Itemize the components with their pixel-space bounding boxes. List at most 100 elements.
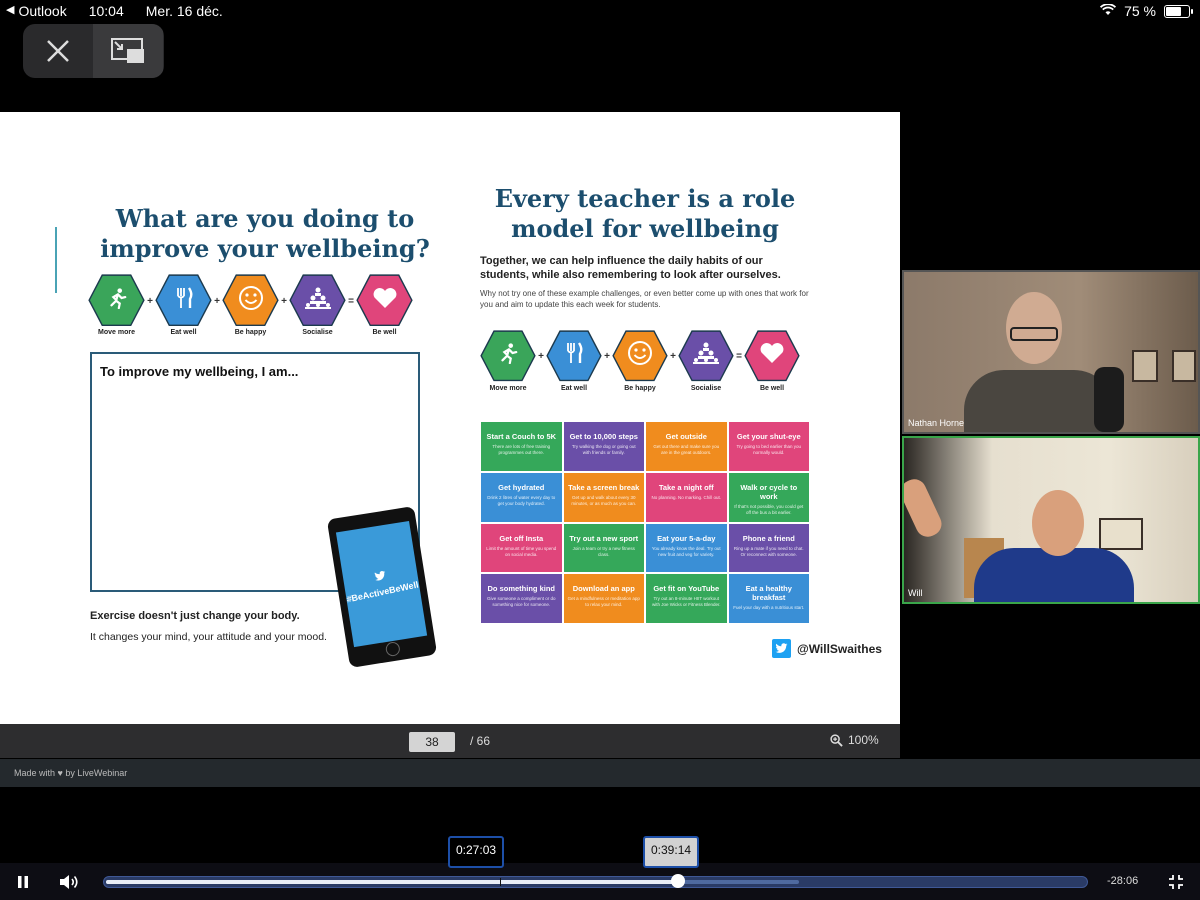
phone-screen: #BeActiveBeWell bbox=[335, 520, 428, 648]
challenge-description: Get a mindfulness or meditation app to r… bbox=[567, 596, 640, 608]
challenge-description: Get out there and make sure you are in t… bbox=[653, 444, 720, 455]
wall-frame bbox=[1172, 350, 1196, 382]
challenge-grid: Start a Couch to 5K There are lots of fre… bbox=[481, 422, 809, 623]
challenge-cell: Download an app Get a mindfulness or medi… bbox=[563, 574, 644, 623]
challenge-title: Walk or cycle to work bbox=[740, 482, 798, 501]
hex-badge bbox=[356, 274, 413, 327]
challenge-cell: Try out a new sport Join a team or try a … bbox=[563, 523, 644, 573]
page-total: / 66 bbox=[470, 734, 491, 748]
picture-in-picture-button[interactable] bbox=[93, 24, 163, 78]
challenge-title: Get outside bbox=[665, 432, 707, 441]
made-with-label[interactable]: Made with ♥ by LiveWebinar bbox=[14, 768, 127, 778]
close-icon bbox=[47, 40, 69, 62]
person-body bbox=[964, 370, 1114, 432]
phone-illustration: #BeActiveBeWell bbox=[326, 506, 438, 668]
accent-line bbox=[55, 227, 57, 293]
running-person-icon bbox=[106, 287, 128, 314]
zoom-level: 100% bbox=[848, 733, 879, 747]
twitter-handle: @WillSwaithes bbox=[772, 639, 882, 658]
challenge-title: Eat a healthy breakfast bbox=[745, 584, 792, 603]
exercise-line-1: Exercise doesn't just change your body. bbox=[90, 610, 300, 622]
battery-percent: 75 % bbox=[1124, 3, 1156, 19]
challenge-title: Get fit on YouTube bbox=[653, 584, 720, 594]
hex-socialise: Socialise bbox=[678, 330, 734, 392]
challenge-cell: Phone a friend Ring up a mate if you need… bbox=[728, 523, 809, 573]
challenge-cell: Take a night off No planning. No marking.… bbox=[646, 472, 727, 522]
close-button[interactable] bbox=[23, 24, 93, 78]
back-app-link[interactable]: Outlook bbox=[18, 3, 66, 19]
challenge-cell: Eat your 5-a-day You already know the dea… bbox=[646, 523, 727, 573]
challenge-title: Get off Insta bbox=[499, 533, 544, 543]
challenge-title: Eat your 5-a-day bbox=[657, 533, 716, 543]
challenge-cell: Do something kind Give someone a complime… bbox=[481, 574, 562, 623]
challenge-cell: Get hydrated Drink 2 litres of water ever… bbox=[481, 472, 562, 522]
challenge-description: You already know the deal. Try out new f… bbox=[651, 545, 721, 557]
challenge-description: No planning. No marking. Chill out. bbox=[651, 494, 722, 500]
participant-video-nathan[interactable]: Nathan Horne bbox=[902, 270, 1200, 434]
challenge-description: Try walking the dog or going out with fr… bbox=[571, 444, 636, 455]
status-time: 10:04 bbox=[88, 3, 124, 19]
hex-badge bbox=[612, 330, 668, 382]
page-number-input[interactable]: 38 bbox=[409, 732, 455, 752]
twitter-bird-icon bbox=[374, 570, 386, 581]
pause-button[interactable] bbox=[12, 871, 34, 893]
hex-badge bbox=[289, 274, 346, 327]
hex-be-well: Be well bbox=[744, 330, 800, 392]
smiley-icon bbox=[627, 340, 653, 371]
slide-pager: 38 / 66 100% bbox=[0, 724, 900, 758]
hex-socialise: Socialise bbox=[289, 274, 346, 336]
wellbeing-formula-right: Move more + Eat well + Be happy + Socialise = Be… bbox=[480, 330, 800, 392]
phone-home-button bbox=[384, 641, 401, 658]
volume-button[interactable] bbox=[58, 871, 80, 893]
hex-label: Eat well bbox=[560, 384, 588, 392]
person-head bbox=[1032, 490, 1084, 556]
picture-in-picture-icon bbox=[111, 38, 144, 63]
exit-fullscreen-button[interactable] bbox=[1165, 871, 1187, 893]
zoom-control[interactable]: 100% bbox=[830, 733, 879, 747]
status-date: Mer. 16 déc. bbox=[145, 3, 223, 19]
pause-icon bbox=[18, 876, 28, 888]
glasses bbox=[1010, 327, 1058, 341]
hex-move-more: Move more bbox=[480, 330, 536, 392]
challenge-cell: Get outside Get out there and make sure y… bbox=[646, 422, 727, 471]
people-pyramid-icon bbox=[693, 342, 719, 369]
hex-label: Eat well bbox=[170, 329, 197, 337]
challenge-description: If that's not possible, you could get of… bbox=[734, 503, 804, 515]
participant-name: Will bbox=[908, 588, 923, 598]
status-bar: ◀ Outlook 10:04 Mer. 16 déc. 75 % bbox=[0, 0, 1200, 24]
challenge-title: Phone a friend bbox=[742, 533, 795, 543]
battery-icon bbox=[1164, 4, 1193, 18]
people-pyramid-icon bbox=[304, 287, 331, 314]
challenge-title: Get to 10,000 steps bbox=[569, 432, 638, 441]
scrubber-track[interactable] bbox=[103, 874, 1088, 888]
back-arrow-icon[interactable]: ◀ bbox=[6, 3, 14, 19]
participant-video-will[interactable]: Will bbox=[902, 436, 1200, 604]
twitter-handle-text: @WillSwaithes bbox=[797, 641, 882, 656]
hex-badge bbox=[480, 330, 536, 382]
plus-sign: + bbox=[538, 351, 544, 363]
hex-badge bbox=[744, 330, 800, 382]
challenge-description: Limit the amount of time you spend on so… bbox=[486, 545, 557, 557]
made-with-bar: Made with ♥ by LiveWebinar bbox=[0, 759, 1200, 787]
twitter-icon bbox=[772, 639, 791, 658]
hex-badge bbox=[678, 330, 734, 382]
challenge-description: Try out an 8-minute HIIT workout with Jo… bbox=[651, 596, 721, 608]
challenge-description: Drink 2 litres of water every day to get… bbox=[487, 494, 556, 506]
challenge-cell: Get to 10,000 steps Try walking the dog o… bbox=[563, 422, 644, 471]
challenge-cell: Start a Couch to 5K There are lots of fre… bbox=[481, 422, 562, 471]
hex-eat-well: Eat well bbox=[546, 330, 602, 392]
wifi-icon bbox=[1100, 3, 1117, 19]
scrubber-handle[interactable] bbox=[670, 874, 685, 888]
challenge-description: Give someone a compliment or do somethin… bbox=[486, 596, 556, 608]
challenge-title: Take a screen break bbox=[568, 482, 640, 492]
presentation-slide: What are you doing to improve your wellb… bbox=[0, 112, 900, 724]
plus-sign: + bbox=[147, 295, 153, 307]
plus-sign: + bbox=[670, 351, 676, 363]
equals-sign: = bbox=[348, 295, 354, 307]
speaker-icon bbox=[60, 875, 78, 889]
hex-label: Move more bbox=[489, 384, 527, 392]
challenge-title: Try out a new sport bbox=[569, 533, 639, 543]
hex-badge bbox=[88, 274, 145, 327]
zoom-in-icon bbox=[830, 733, 843, 747]
hex-label: Be well bbox=[372, 329, 397, 337]
